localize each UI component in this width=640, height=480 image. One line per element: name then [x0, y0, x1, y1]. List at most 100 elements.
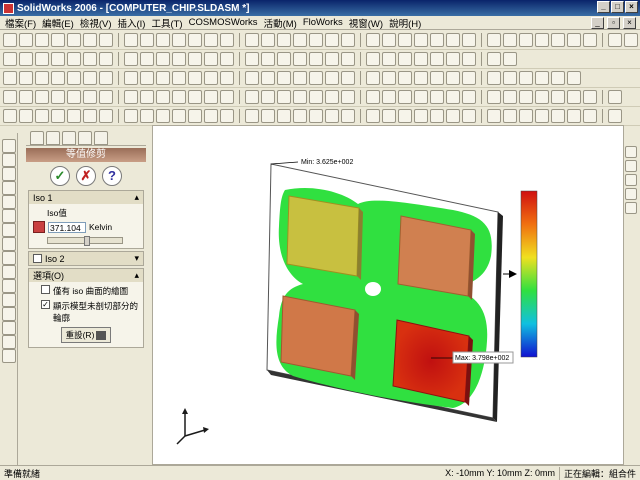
- expand-icon[interactable]: ▾: [134, 253, 139, 264]
- view-tool-icon[interactable]: [2, 321, 16, 335]
- cancel-button[interactable]: ✗: [76, 166, 96, 186]
- view-tool-icon[interactable]: [2, 335, 16, 349]
- toolbar-button-icon[interactable]: [382, 71, 396, 85]
- color-picker-icon[interactable]: [33, 221, 45, 233]
- iso2-checkbox[interactable]: [33, 254, 42, 263]
- doc-restore-button[interactable]: ▫: [607, 17, 620, 29]
- toolbar-button-icon[interactable]: [261, 33, 275, 47]
- toolbar-button-icon[interactable]: [487, 109, 501, 123]
- toolbar-button-icon[interactable]: [366, 52, 380, 66]
- toolbar-button-icon[interactable]: [309, 90, 323, 104]
- toolbar-button-icon[interactable]: [140, 71, 154, 85]
- toolbar-button-icon[interactable]: [503, 71, 517, 85]
- toolbar-button-icon[interactable]: [309, 71, 323, 85]
- toolbar-button-icon[interactable]: [462, 52, 476, 66]
- toolbar-button-icon[interactable]: [325, 71, 339, 85]
- toolbar-button-icon[interactable]: [67, 71, 81, 85]
- menu-floworks[interactable]: FloWorks: [300, 17, 346, 28]
- toolbar-button-icon[interactable]: [487, 33, 501, 47]
- toolbar-button-icon[interactable]: [140, 52, 154, 66]
- iso-slider-handle[interactable]: [84, 236, 90, 246]
- reset-button[interactable]: 重設(R): [60, 327, 112, 343]
- collapse-icon[interactable]: ▴: [134, 192, 139, 203]
- menu-edit[interactable]: 編輯(E): [39, 16, 77, 30]
- toolbar-button-icon[interactable]: [462, 33, 476, 47]
- toolbar-button-icon[interactable]: [204, 71, 218, 85]
- toolbar-button-icon[interactable]: [245, 52, 259, 66]
- toolbar-button-icon[interactable]: [19, 33, 33, 47]
- toolbar-button-icon[interactable]: [341, 52, 355, 66]
- toolbar-button-icon[interactable]: [382, 33, 396, 47]
- toolbar-button-icon[interactable]: [446, 109, 460, 123]
- view-tool-icon[interactable]: [2, 153, 16, 167]
- toolbar-button-icon[interactable]: [551, 90, 565, 104]
- toolbar-button-icon[interactable]: [124, 33, 138, 47]
- toolbar-button-icon[interactable]: [83, 109, 97, 123]
- toolbar-button-icon[interactable]: [124, 71, 138, 85]
- view-tool-icon[interactable]: [2, 195, 16, 209]
- toolbar-button-icon[interactable]: [341, 71, 355, 85]
- toolbar-button-icon[interactable]: [261, 52, 275, 66]
- toolbar-button-icon[interactable]: [325, 52, 339, 66]
- toolbar-button-icon[interactable]: [398, 52, 412, 66]
- toolbar-button-icon[interactable]: [245, 90, 259, 104]
- toolbar-button-icon[interactable]: [245, 71, 259, 85]
- toolbar-button-icon[interactable]: [430, 71, 444, 85]
- toolbar-button-icon[interactable]: [67, 52, 81, 66]
- task-pane-tab-icon[interactable]: [625, 160, 637, 172]
- toolbar-button-icon[interactable]: [172, 109, 186, 123]
- toolbar-button-icon[interactable]: [277, 90, 291, 104]
- toolbar-button-icon[interactable]: [35, 33, 49, 47]
- view-tool-icon[interactable]: [2, 223, 16, 237]
- toolbar-button-icon[interactable]: [172, 90, 186, 104]
- task-pane-tab-icon[interactable]: [625, 146, 637, 158]
- view-tool-icon[interactable]: [2, 237, 16, 251]
- toolbar-button-icon[interactable]: [35, 52, 49, 66]
- toolbar-button-icon[interactable]: [567, 71, 581, 85]
- menu-view[interactable]: 檢視(V): [77, 16, 115, 30]
- toolbar-button-icon[interactable]: [462, 71, 476, 85]
- toolbar-button-icon[interactable]: [309, 109, 323, 123]
- task-pane-tab-icon[interactable]: [625, 202, 637, 214]
- task-pane-tab-icon[interactable]: [625, 188, 637, 200]
- toolbar-button-icon[interactable]: [535, 109, 549, 123]
- toolbar-button-icon[interactable]: [487, 52, 501, 66]
- toolbar-button-icon[interactable]: [414, 71, 428, 85]
- toolbar-button-icon[interactable]: [156, 90, 170, 104]
- toolbar-button-icon[interactable]: [83, 33, 97, 47]
- ok-button[interactable]: ✓: [50, 166, 70, 186]
- toolbar-button-icon[interactable]: [51, 52, 65, 66]
- view-tool-icon[interactable]: [2, 293, 16, 307]
- toolbar-button-icon[interactable]: [140, 90, 154, 104]
- toolbar-button-icon[interactable]: [83, 90, 97, 104]
- toolbar-button-icon[interactable]: [204, 52, 218, 66]
- toolbar-button-icon[interactable]: [35, 71, 49, 85]
- toolbar-button-icon[interactable]: [583, 109, 597, 123]
- toolbar-button-icon[interactable]: [140, 109, 154, 123]
- toolbar-button-icon[interactable]: [325, 109, 339, 123]
- toolbar-button-icon[interactable]: [156, 33, 170, 47]
- toolbar-button-icon[interactable]: [204, 90, 218, 104]
- cosmos-tab-icon[interactable]: [78, 131, 92, 145]
- toolbar-button-icon[interactable]: [261, 71, 275, 85]
- toolbar-button-icon[interactable]: [99, 90, 113, 104]
- toolbar-button-icon[interactable]: [67, 90, 81, 104]
- toolbar-button-icon[interactable]: [414, 52, 428, 66]
- toolbar-button-icon[interactable]: [503, 33, 517, 47]
- toolbar-button-icon[interactable]: [535, 33, 549, 47]
- iso-only-checkbox[interactable]: [41, 285, 50, 294]
- toolbar-button-icon[interactable]: [446, 52, 460, 66]
- toolbar-button-icon[interactable]: [366, 90, 380, 104]
- toolbar-button-icon[interactable]: [220, 90, 234, 104]
- doc-minimize-button[interactable]: _: [591, 17, 604, 29]
- toolbar-button-icon[interactable]: [3, 90, 17, 104]
- toolbar-button-icon[interactable]: [583, 90, 597, 104]
- toolbar-button-icon[interactable]: [551, 71, 565, 85]
- toolbar-button-icon[interactable]: [414, 90, 428, 104]
- toolbar-button-icon[interactable]: [3, 109, 17, 123]
- toolbar-button-icon[interactable]: [19, 109, 33, 123]
- toolbar-button-icon[interactable]: [462, 90, 476, 104]
- iso-value-input[interactable]: 371.104: [48, 221, 86, 233]
- toolbar-button-icon[interactable]: [188, 33, 202, 47]
- toolbar-button-icon[interactable]: [293, 71, 307, 85]
